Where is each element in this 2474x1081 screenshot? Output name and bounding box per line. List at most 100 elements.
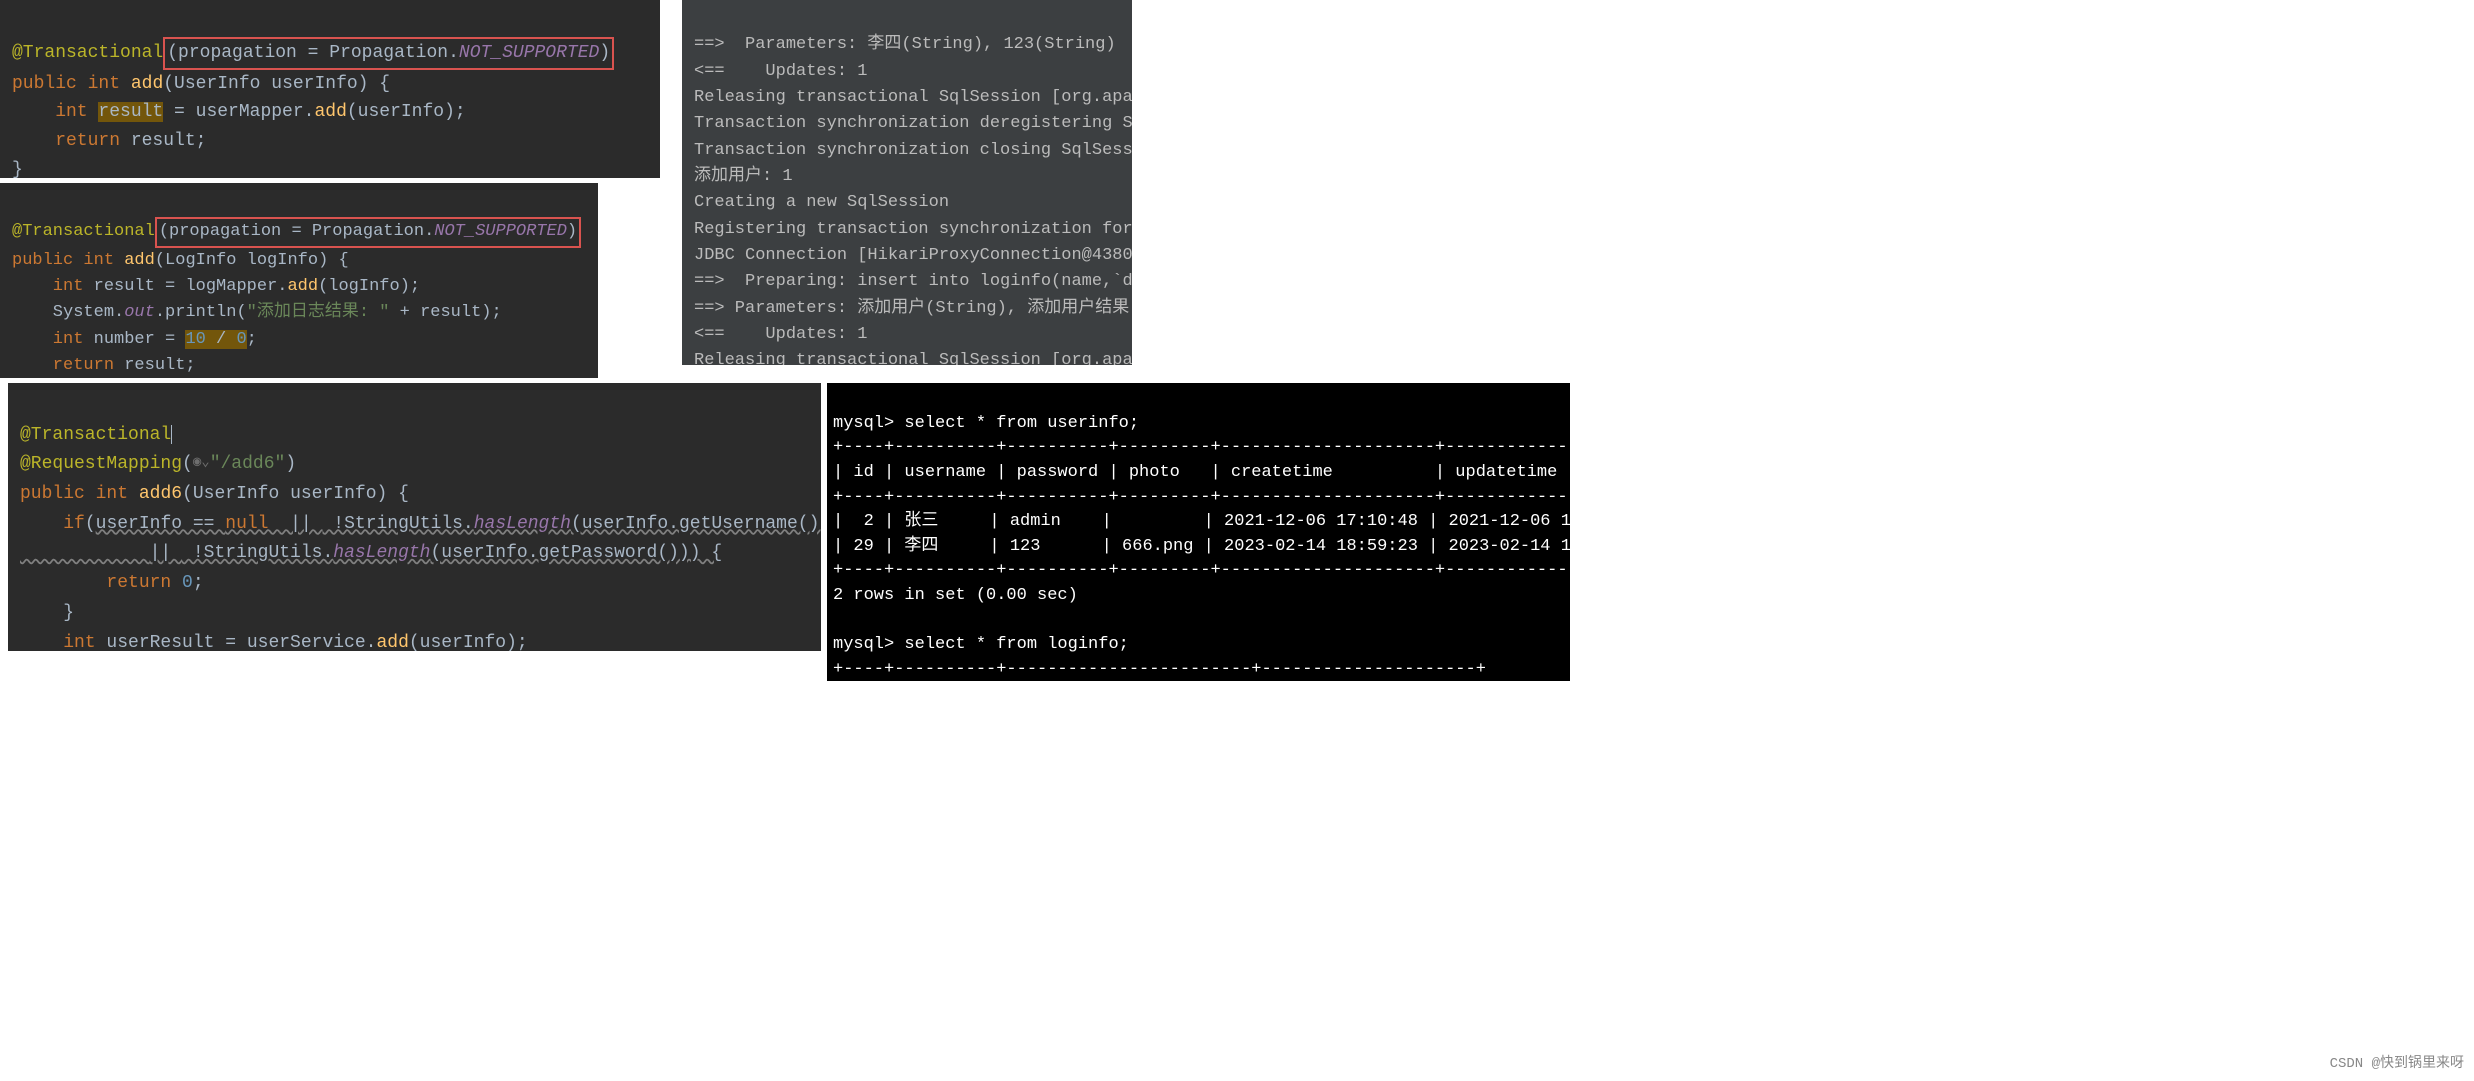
call-args-2: (logInfo); xyxy=(318,277,420,296)
arg-password: (userInfo.getPassword())) { xyxy=(430,543,722,563)
params-2: (LogInfo logInfo) { xyxy=(155,251,349,270)
kw-int-b: int xyxy=(83,251,124,270)
var-number: number = xyxy=(94,330,186,349)
watermark-text: CSDN @快到锅里来呀 xyxy=(2330,1053,2464,1075)
if-open: ( xyxy=(85,514,96,534)
indent xyxy=(20,514,63,534)
log-line: Releasing transactional SqlSession [org.… xyxy=(694,351,1132,365)
url-mapping-icon[interactable]: ◉⌄ xyxy=(193,455,210,471)
log-line: ==> Parameters: 添加用户(String), 添加用户结果: 1(… xyxy=(694,299,1132,318)
literal-10-highlight: 10 xyxy=(185,330,205,349)
annotation-requestmapping: @RequestMapping xyxy=(20,454,182,474)
semi-2: ; xyxy=(247,330,257,349)
log-line: Releasing transactional SqlSession [org.… xyxy=(694,88,1132,107)
mysql-sep: +----+----------+----------+---------+--… xyxy=(833,488,1570,507)
anno-args: (propagation = Propagation. xyxy=(167,43,459,63)
log-line: JDBC Connection [HikariProxyConnection@4… xyxy=(694,246,1132,265)
text-cursor xyxy=(171,425,172,445)
assign-usermapper: = userMapper. xyxy=(163,102,314,122)
or-2: || xyxy=(150,543,182,563)
call-haslength-1: hasLength xyxy=(474,514,571,534)
kw-public-2: public xyxy=(12,251,83,270)
call-println: .println( xyxy=(155,303,247,322)
kw-if: if xyxy=(63,514,85,534)
or-1: || xyxy=(279,514,322,534)
kw-return-2: return xyxy=(12,356,124,375)
mysql-sep: +----+----------+-----------------------… xyxy=(833,660,1486,679)
var-result-ret: result; xyxy=(124,356,195,375)
var-result: result xyxy=(131,131,196,151)
params-3: (UserInfo userInfo) { xyxy=(182,484,409,504)
kw-int-d: int xyxy=(12,330,94,349)
table-row: | 2 | 张三 | admin | | 2021-12-06 17:10:48… xyxy=(833,512,1570,531)
indent-2 xyxy=(20,543,150,563)
kw-public-3: public xyxy=(20,484,96,504)
kw-null: null xyxy=(225,514,279,534)
anno-close-paren: ) xyxy=(599,43,610,63)
mysql-rows-status: 2 rows in set (0.00 sec) xyxy=(833,586,1078,605)
arg-username: (userInfo.getUsername()) xyxy=(571,514,821,534)
annotation-args-red-box: (propagation = Propagation.NOT_SUPPORTED… xyxy=(163,37,614,70)
not-1: !StringUtils. xyxy=(323,514,474,534)
method-add6: add6 xyxy=(139,484,182,504)
call-haslength-2: hasLength xyxy=(333,543,430,563)
enum-not-supported-2: NOT_SUPPORTED xyxy=(434,222,567,241)
kw-int-c: int xyxy=(12,277,94,296)
anno-close-2: ) xyxy=(567,222,577,241)
log-line: Registering transaction synchronization … xyxy=(694,220,1132,239)
literal-0-highlight: 0 xyxy=(236,330,246,349)
mysql-sep: +----+----------+----------+---------+--… xyxy=(833,438,1570,457)
rm-open: ( xyxy=(182,454,193,474)
log-line: ==> Parameters: 李四(String), 123(String) xyxy=(694,35,1116,54)
field-out: out xyxy=(124,303,155,322)
log-line: <== Updates: 1 xyxy=(694,325,867,344)
mysql-prompt-line: mysql> select * from loginfo; xyxy=(833,635,1129,654)
annotation-transactional: @Transactional xyxy=(12,43,163,63)
enum-not-supported: NOT_SUPPORTED xyxy=(459,43,599,63)
log-line: Creating a new SqlSession xyxy=(694,193,949,212)
kw-int-f: int xyxy=(20,633,106,652)
call-add-2: add xyxy=(287,277,318,296)
string-add6-path: "/add6" xyxy=(210,454,286,474)
code-editor-1[interactable]: @Transactional(propagation = Propagation… xyxy=(0,0,660,178)
kw-int-e: int xyxy=(96,484,139,504)
log-line: ==> Preparing: insert into loginfo(name,… xyxy=(694,272,1132,291)
close-brace: } xyxy=(12,160,23,178)
annotation-args-red-box-2: (propagation = Propagation.NOT_SUPPORTED… xyxy=(155,217,581,247)
close-brace-if: } xyxy=(20,603,74,623)
code-editor-2[interactable]: @Transactional(propagation = Propagation… xyxy=(0,183,598,378)
kw-return-3: return xyxy=(20,573,182,593)
call-system: System. xyxy=(12,303,124,322)
semi-3: ; xyxy=(193,573,204,593)
annotation-transactional-3: @Transactional xyxy=(20,425,171,445)
var-result-highlight: result xyxy=(98,102,163,122)
kw-int: int xyxy=(88,74,131,94)
div-highlight: / xyxy=(206,330,237,349)
kw-public: public xyxy=(12,74,88,94)
literal-zero: 0 xyxy=(182,573,193,593)
params: (UserInfo userInfo) { xyxy=(163,74,390,94)
kw-return: return xyxy=(12,131,131,151)
console-log-panel[interactable]: ==> Parameters: 李四(String), 123(String) … xyxy=(682,0,1132,365)
mysql-prompt-line: mysql> select * from userinfo; xyxy=(833,414,1139,433)
assign-userservice: userResult = userService. xyxy=(106,633,376,652)
anno-args-2: (propagation = Propagation. xyxy=(159,222,434,241)
code-editor-3[interactable]: @Transactional @RequestMapping(◉⌄"/add6"… xyxy=(8,383,821,651)
log-line: 添加用户: 1 xyxy=(694,167,793,186)
mysql-terminal[interactable]: mysql> select * from userinfo; +----+---… xyxy=(827,383,1570,681)
mysql-header-row: | id | username | password | photo | cre… xyxy=(833,463,1570,482)
method-add: add xyxy=(131,74,163,94)
string-log-result: "添加日志结果: " xyxy=(247,303,390,322)
call-add-3: add xyxy=(376,633,408,652)
cond-userinfo: userInfo == xyxy=(96,514,226,534)
method-add-2: add xyxy=(124,251,155,270)
not-2: !StringUtils. xyxy=(182,543,333,563)
semi: ; xyxy=(196,131,207,151)
table-row: | 29 | 李四 | 123 | 666.png | 2023-02-14 1… xyxy=(833,537,1570,556)
call-args: (userInfo); xyxy=(347,102,466,122)
log-line: <== Updates: 1 xyxy=(694,62,867,81)
assign-logmapper: = logMapper. xyxy=(165,277,287,296)
kw-int-2: int xyxy=(12,102,98,122)
annotation-transactional-2: @Transactional xyxy=(12,222,155,241)
mysql-sep: +----+----------+----------+---------+--… xyxy=(833,561,1570,580)
